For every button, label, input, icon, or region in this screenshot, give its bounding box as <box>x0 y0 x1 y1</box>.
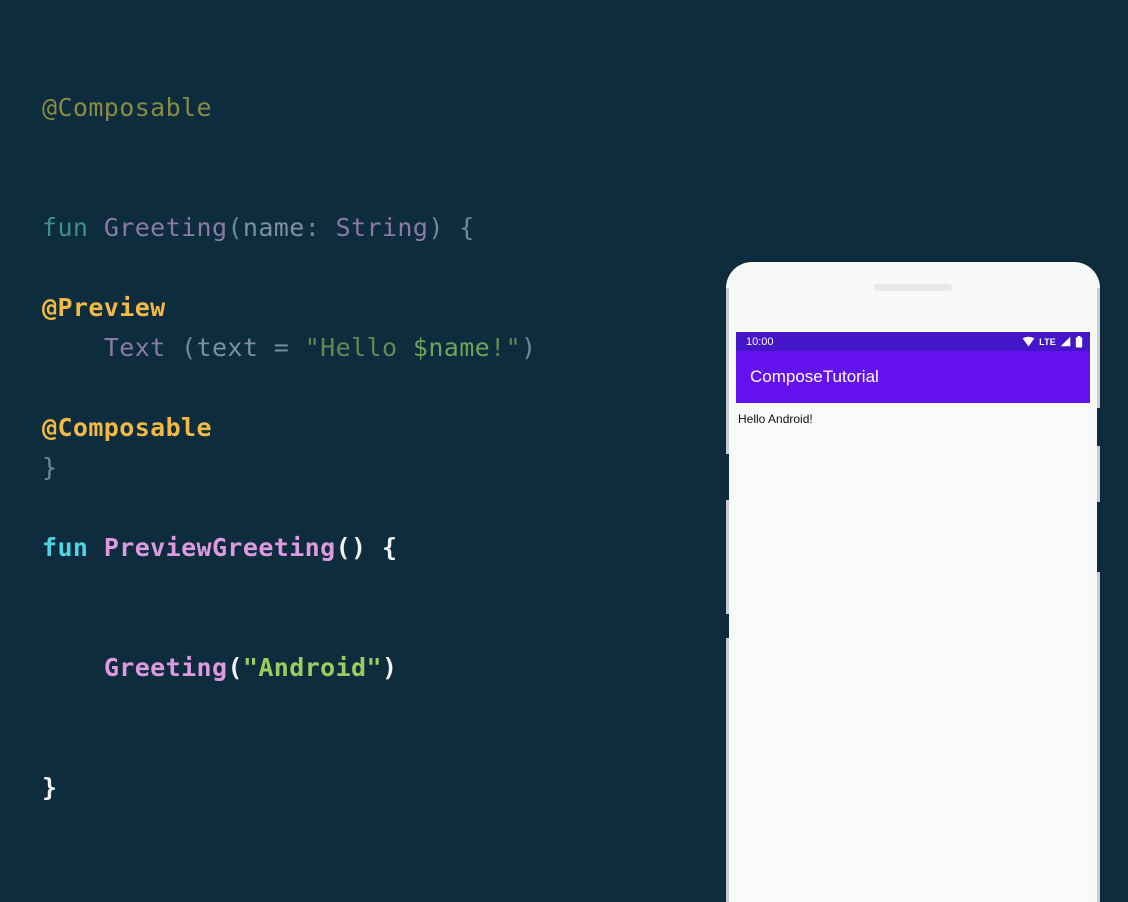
annotation-composable: @Composable <box>42 93 212 122</box>
code-line-1: @Preview <box>42 288 397 328</box>
annotation-preview: @Preview <box>42 293 166 322</box>
status-bar-icons: LTE <box>1022 335 1083 348</box>
code-block-preview-function: @Preview @Composable fun PreviewGreeting… <box>42 208 397 888</box>
status-bar-clock: 10:00 <box>746 335 774 348</box>
phone-mockup: 10:00 LTE ComposeTutorial Hello Android! <box>726 262 1100 902</box>
app-content: Hello Android! <box>736 403 1090 427</box>
signal-icon <box>1060 336 1071 347</box>
string-template-name: $name <box>412 333 491 362</box>
annotation-composable: @Composable <box>42 413 212 442</box>
code-line-2: @Composable <box>42 408 397 448</box>
string-literal-end: !" <box>490 333 522 362</box>
code-line-1: @Composable <box>42 88 537 128</box>
code-panel: @Composable fun Greeting(name: String) {… <box>0 0 700 856</box>
brace-open: { <box>459 213 475 242</box>
string-literal-android: "Android" <box>242 653 382 682</box>
phone-side-buttons-right <box>1097 288 1100 902</box>
phone-screen: 10:00 LTE ComposeTutorial Hello Android! <box>736 332 1090 902</box>
code-line-5: } <box>42 768 397 808</box>
paren-close: ) <box>521 333 537 362</box>
keyword-fun: fun <box>42 533 104 562</box>
wifi-icon <box>1022 336 1035 347</box>
status-bar: 10:00 LTE <box>736 332 1090 351</box>
app-bar-title: ComposeTutorial <box>750 367 879 386</box>
phone-side-buttons-left <box>726 288 729 902</box>
paren-open: ( <box>227 653 243 682</box>
paren-close: ) <box>381 653 398 682</box>
paren-close: ) <box>428 213 460 242</box>
function-call-greeting: Greeting <box>103 653 228 682</box>
phone-earpiece-speaker-icon <box>874 284 952 291</box>
brace-close: } <box>42 773 58 802</box>
function-name-previewgreeting: PreviewGreeting <box>103 533 336 562</box>
lte-label: LTE <box>1039 336 1056 347</box>
brace-open: { <box>381 533 398 562</box>
app-bar: ComposeTutorial <box>736 351 1090 403</box>
battery-icon <box>1075 335 1083 348</box>
code-line-4: Greeting("Android") <box>42 648 397 688</box>
greeting-text: Hello Android! <box>738 412 813 426</box>
parens-empty: () <box>335 533 382 562</box>
code-line-3: fun PreviewGreeting() { <box>42 528 397 568</box>
